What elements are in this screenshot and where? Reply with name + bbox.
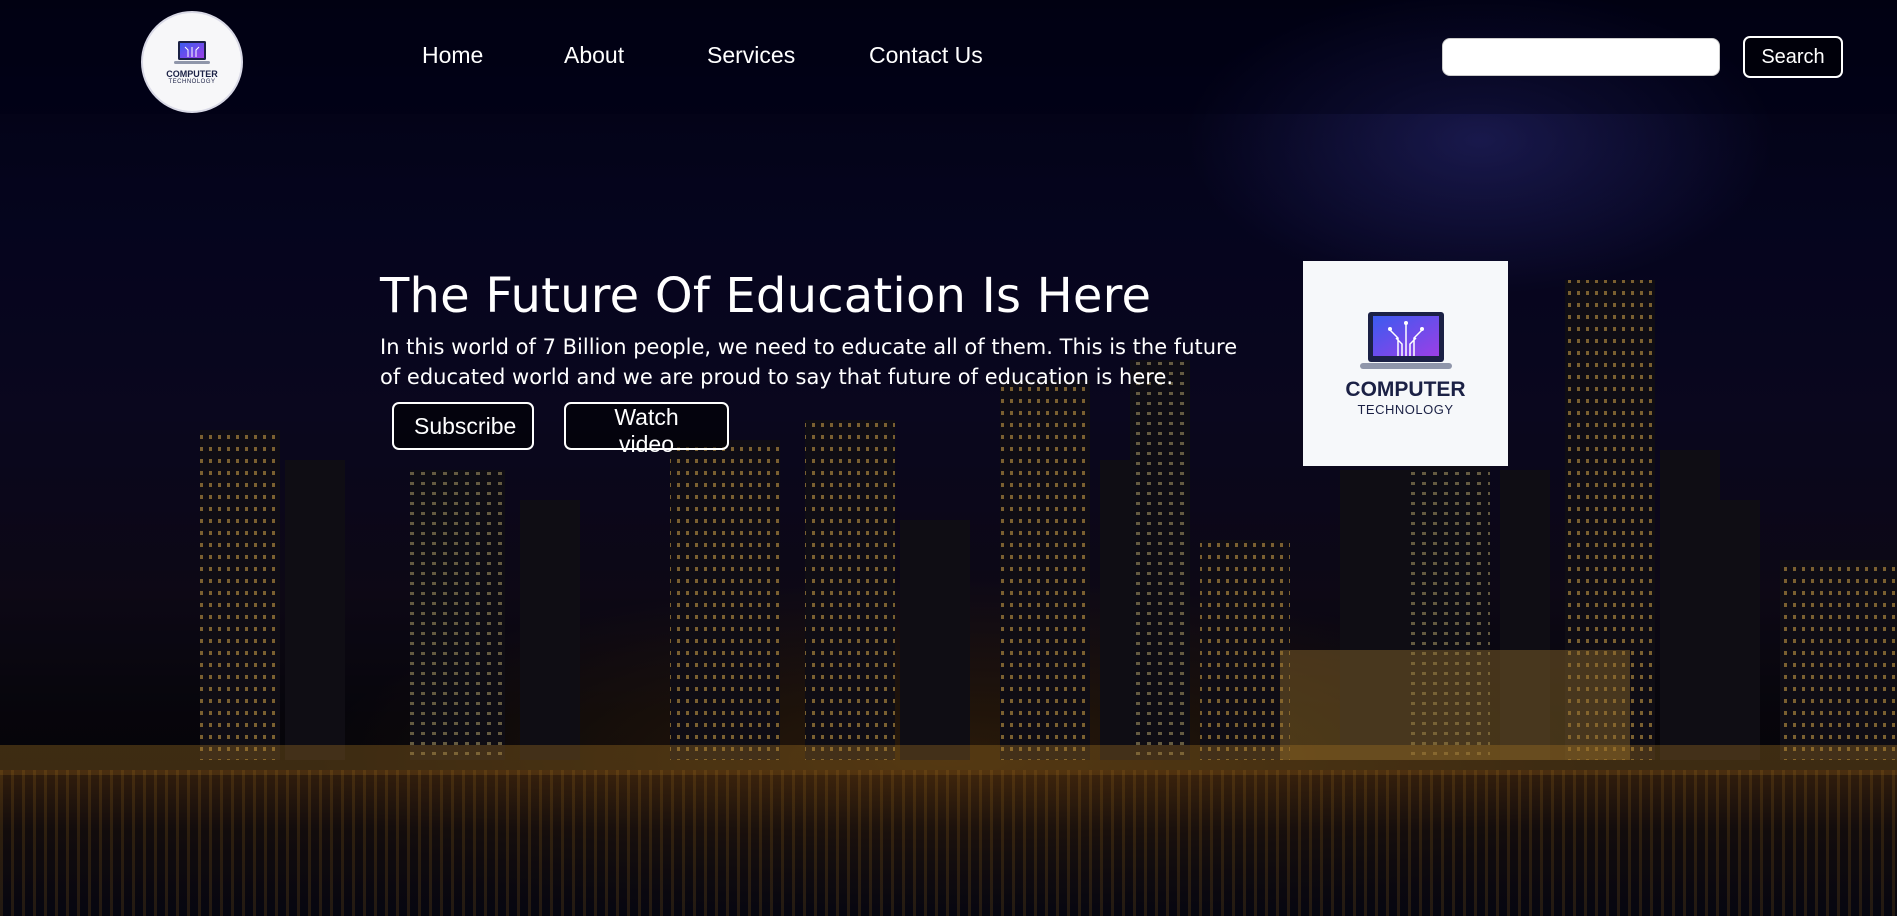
laptop-circuit-icon	[174, 41, 210, 64]
watch-video-button[interactable]: Watch video	[564, 402, 729, 457]
hero-logo-line2: TECHNOLOGY	[1357, 402, 1454, 417]
hero-logo-card: COMPUTER TECHNOLOGY	[1303, 261, 1508, 466]
navbar: COMPUTER TECHNOLOGY Home About Services …	[0, 0, 1897, 114]
hero-title: The Future Of Education Is Here	[380, 268, 1152, 324]
nav-link-about[interactable]: About	[564, 42, 624, 69]
nav-link-services[interactable]: Services	[707, 42, 795, 69]
hero-description: In this world of 7 Billion people, we ne…	[380, 335, 1238, 389]
nav-link-contact[interactable]: Contact Us	[869, 42, 983, 69]
logo-line2: TECHNOLOGY	[168, 79, 216, 85]
search-button[interactable]: Search	[1743, 36, 1843, 78]
subscribe-button[interactable]: Subscribe	[392, 402, 534, 450]
logo-line1: COMPUTER	[166, 69, 218, 79]
laptop-circuit-icon	[1359, 312, 1452, 369]
hero-logo-line1: COMPUTER	[1345, 378, 1466, 401]
nav-logo[interactable]: COMPUTER TECHNOLOGY	[141, 11, 243, 113]
nav-link-home[interactable]: Home	[422, 42, 483, 69]
search-input[interactable]	[1442, 38, 1720, 76]
hero-background	[0, 0, 1897, 916]
